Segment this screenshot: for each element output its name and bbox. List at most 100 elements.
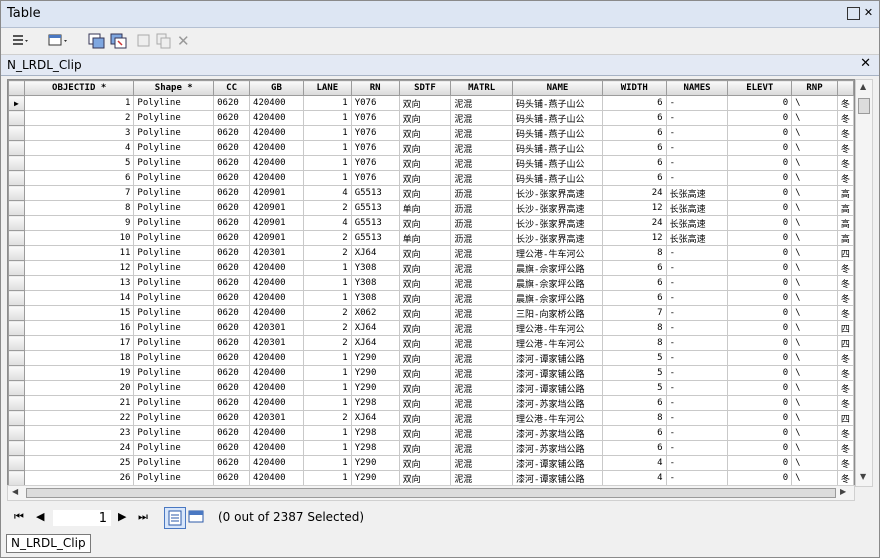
- cell-lane[interactable]: 1: [302, 110, 352, 126]
- cell-lane[interactable]: 1: [302, 140, 352, 156]
- table-row[interactable]: 14 Polyline 0620 420400 1 Y308 双向 泥混 晨旗-佘家坪公路 6-0…: [8, 290, 854, 306]
- cell-cc[interactable]: 0620: [213, 215, 251, 231]
- cell-rnp[interactable]: \: [791, 140, 838, 156]
- table-row[interactable]: 17 Polyline 0620 420301 2 XJ64 双向 泥混 理公港-牛车河公 8-0…: [8, 335, 854, 351]
- scroll-left-icon[interactable]: ◀: [12, 487, 18, 496]
- cell-rn[interactable]: Y076: [350, 155, 400, 171]
- cell-rn[interactable]: Y290: [350, 380, 400, 396]
- cell-gb[interactable]: 420400: [249, 290, 304, 306]
- row-selector[interactable]: [8, 350, 25, 366]
- select-by-attributes-icon[interactable]: [88, 32, 106, 50]
- cell-lane[interactable]: 1: [302, 260, 352, 276]
- cell-cc[interactable]: 0620: [213, 125, 251, 141]
- cell-cc[interactable]: 0620: [213, 245, 251, 261]
- cell-width[interactable]: 12: [601, 200, 667, 216]
- last-record-icon[interactable]: ⏭: [138, 510, 148, 524]
- cell-width[interactable]: 5: [601, 350, 667, 366]
- col-header-names[interactable]: NAMES: [665, 80, 729, 96]
- cell-gb[interactable]: 420301: [249, 245, 304, 261]
- row-selector[interactable]: [8, 260, 25, 276]
- table-row[interactable]: ▶ 1 Polyline 0620 420400 1 Y076 双向 泥混 码头铺-燕子山公 6-0…: [8, 95, 854, 111]
- cell-rn[interactable]: Y076: [350, 140, 400, 156]
- cell-names[interactable]: -: [665, 245, 729, 261]
- cell-width[interactable]: 6: [601, 125, 667, 141]
- cell-elevt[interactable]: 0: [727, 230, 793, 246]
- cell-objectid[interactable]: 9: [23, 215, 135, 231]
- close-window-icon[interactable]: ✕: [863, 7, 874, 18]
- cell-next[interactable]: 四: [836, 410, 854, 426]
- cell-rnp[interactable]: \: [791, 440, 838, 456]
- cell-rnp[interactable]: \: [791, 425, 838, 441]
- cell-gb[interactable]: 420901: [249, 215, 304, 231]
- corner-header[interactable]: [8, 80, 25, 96]
- cell-objectid[interactable]: 8: [23, 200, 135, 216]
- cell-names[interactable]: -: [665, 410, 729, 426]
- switch-selection-icon[interactable]: [110, 32, 128, 50]
- cell-name[interactable]: 码头铺-燕子山公: [512, 125, 603, 141]
- cell-gb[interactable]: 420301: [249, 320, 304, 336]
- cell-sdtf[interactable]: 双向: [398, 320, 452, 336]
- cell-next[interactable]: 冬: [836, 125, 854, 141]
- cell-names[interactable]: -: [665, 395, 729, 411]
- cell-objectid[interactable]: 26: [23, 470, 135, 486]
- col-header-sdtf[interactable]: SDTF: [398, 80, 452, 96]
- cell-shape[interactable]: Polyline: [133, 245, 215, 261]
- cell-cc[interactable]: 0620: [213, 230, 251, 246]
- cell-objectid[interactable]: 12: [23, 260, 135, 276]
- cell-names[interactable]: -: [665, 170, 729, 186]
- cell-rn[interactable]: G5513: [350, 185, 400, 201]
- cell-matrl[interactable]: 泥混: [450, 155, 514, 171]
- cell-rnp[interactable]: \: [791, 350, 838, 366]
- cell-matrl[interactable]: 泥混: [450, 275, 514, 291]
- cell-names[interactable]: -: [665, 455, 729, 471]
- cell-elevt[interactable]: 0: [727, 290, 793, 306]
- col-header-gb[interactable]: GB: [249, 80, 304, 96]
- cell-name[interactable]: 晨旗-佘家坪公路: [512, 290, 603, 306]
- cell-matrl[interactable]: 泥混: [450, 335, 514, 351]
- cell-name[interactable]: 理公港-牛车河公: [512, 335, 603, 351]
- cell-elevt[interactable]: 0: [727, 95, 793, 111]
- col-header-lane[interactable]: LANE: [302, 80, 352, 96]
- cell-lane[interactable]: 4: [302, 215, 352, 231]
- cell-shape[interactable]: Polyline: [133, 350, 215, 366]
- cell-next[interactable]: 冬: [836, 380, 854, 396]
- col-header-rn[interactable]: RN: [350, 80, 400, 96]
- cell-name[interactable]: 长沙-张家界高速: [512, 185, 603, 201]
- cell-elevt[interactable]: 0: [727, 110, 793, 126]
- table-row[interactable]: 7 Polyline 0620 420901 4 G5513 双向 沥混 长沙-张家界高速 24 长…: [8, 185, 854, 201]
- cell-objectid[interactable]: 7: [23, 185, 135, 201]
- scroll-down-icon[interactable]: ▼: [860, 472, 866, 481]
- cell-lane[interactable]: 2: [302, 320, 352, 336]
- close-tab-icon[interactable]: ✕: [860, 56, 871, 71]
- row-selector[interactable]: [8, 305, 25, 321]
- cell-matrl[interactable]: 泥混: [450, 470, 514, 486]
- table-row[interactable]: 11 Polyline 0620 420301 2 XJ64 双向 泥混 理公港-牛车河公 8-0…: [8, 245, 854, 261]
- cell-cc[interactable]: 0620: [213, 95, 251, 111]
- cell-objectid[interactable]: 15: [23, 305, 135, 321]
- row-selector[interactable]: [8, 185, 25, 201]
- scroll-up-icon[interactable]: ▲: [860, 82, 866, 91]
- cell-name[interactable]: 长沙-张家界高速: [512, 200, 603, 216]
- cell-name[interactable]: 漆河-谭家铺公路: [512, 350, 603, 366]
- delete-selected-icon[interactable]: ✕: [177, 32, 195, 50]
- table-row[interactable]: 18 Polyline 0620 420400 1 Y290 双向 泥混 漆河-谭家铺公路 5-0…: [8, 350, 854, 366]
- cell-shape[interactable]: Polyline: [133, 230, 215, 246]
- row-selector[interactable]: [8, 140, 25, 156]
- cell-cc[interactable]: 0620: [213, 200, 251, 216]
- row-selector[interactable]: [8, 125, 25, 141]
- cell-elevt[interactable]: 0: [727, 455, 793, 471]
- cell-next[interactable]: 四: [836, 245, 854, 261]
- cell-objectid[interactable]: 10: [23, 230, 135, 246]
- cell-width[interactable]: 8: [601, 245, 667, 261]
- cell-next[interactable]: 冬: [836, 275, 854, 291]
- cell-gb[interactable]: 420400: [249, 95, 304, 111]
- cell-sdtf[interactable]: 双向: [398, 260, 452, 276]
- col-header-name[interactable]: NAME: [512, 80, 603, 96]
- cell-name[interactable]: 漆河-苏家垱公路: [512, 395, 603, 411]
- cell-name[interactable]: 长沙-张家界高速: [512, 230, 603, 246]
- cell-rn[interactable]: Y308: [350, 275, 400, 291]
- cell-name[interactable]: 码头铺-燕子山公: [512, 110, 603, 126]
- cell-name[interactable]: 码头铺-燕子山公: [512, 95, 603, 111]
- cell-rnp[interactable]: \: [791, 275, 838, 291]
- cell-objectid[interactable]: 14: [23, 290, 135, 306]
